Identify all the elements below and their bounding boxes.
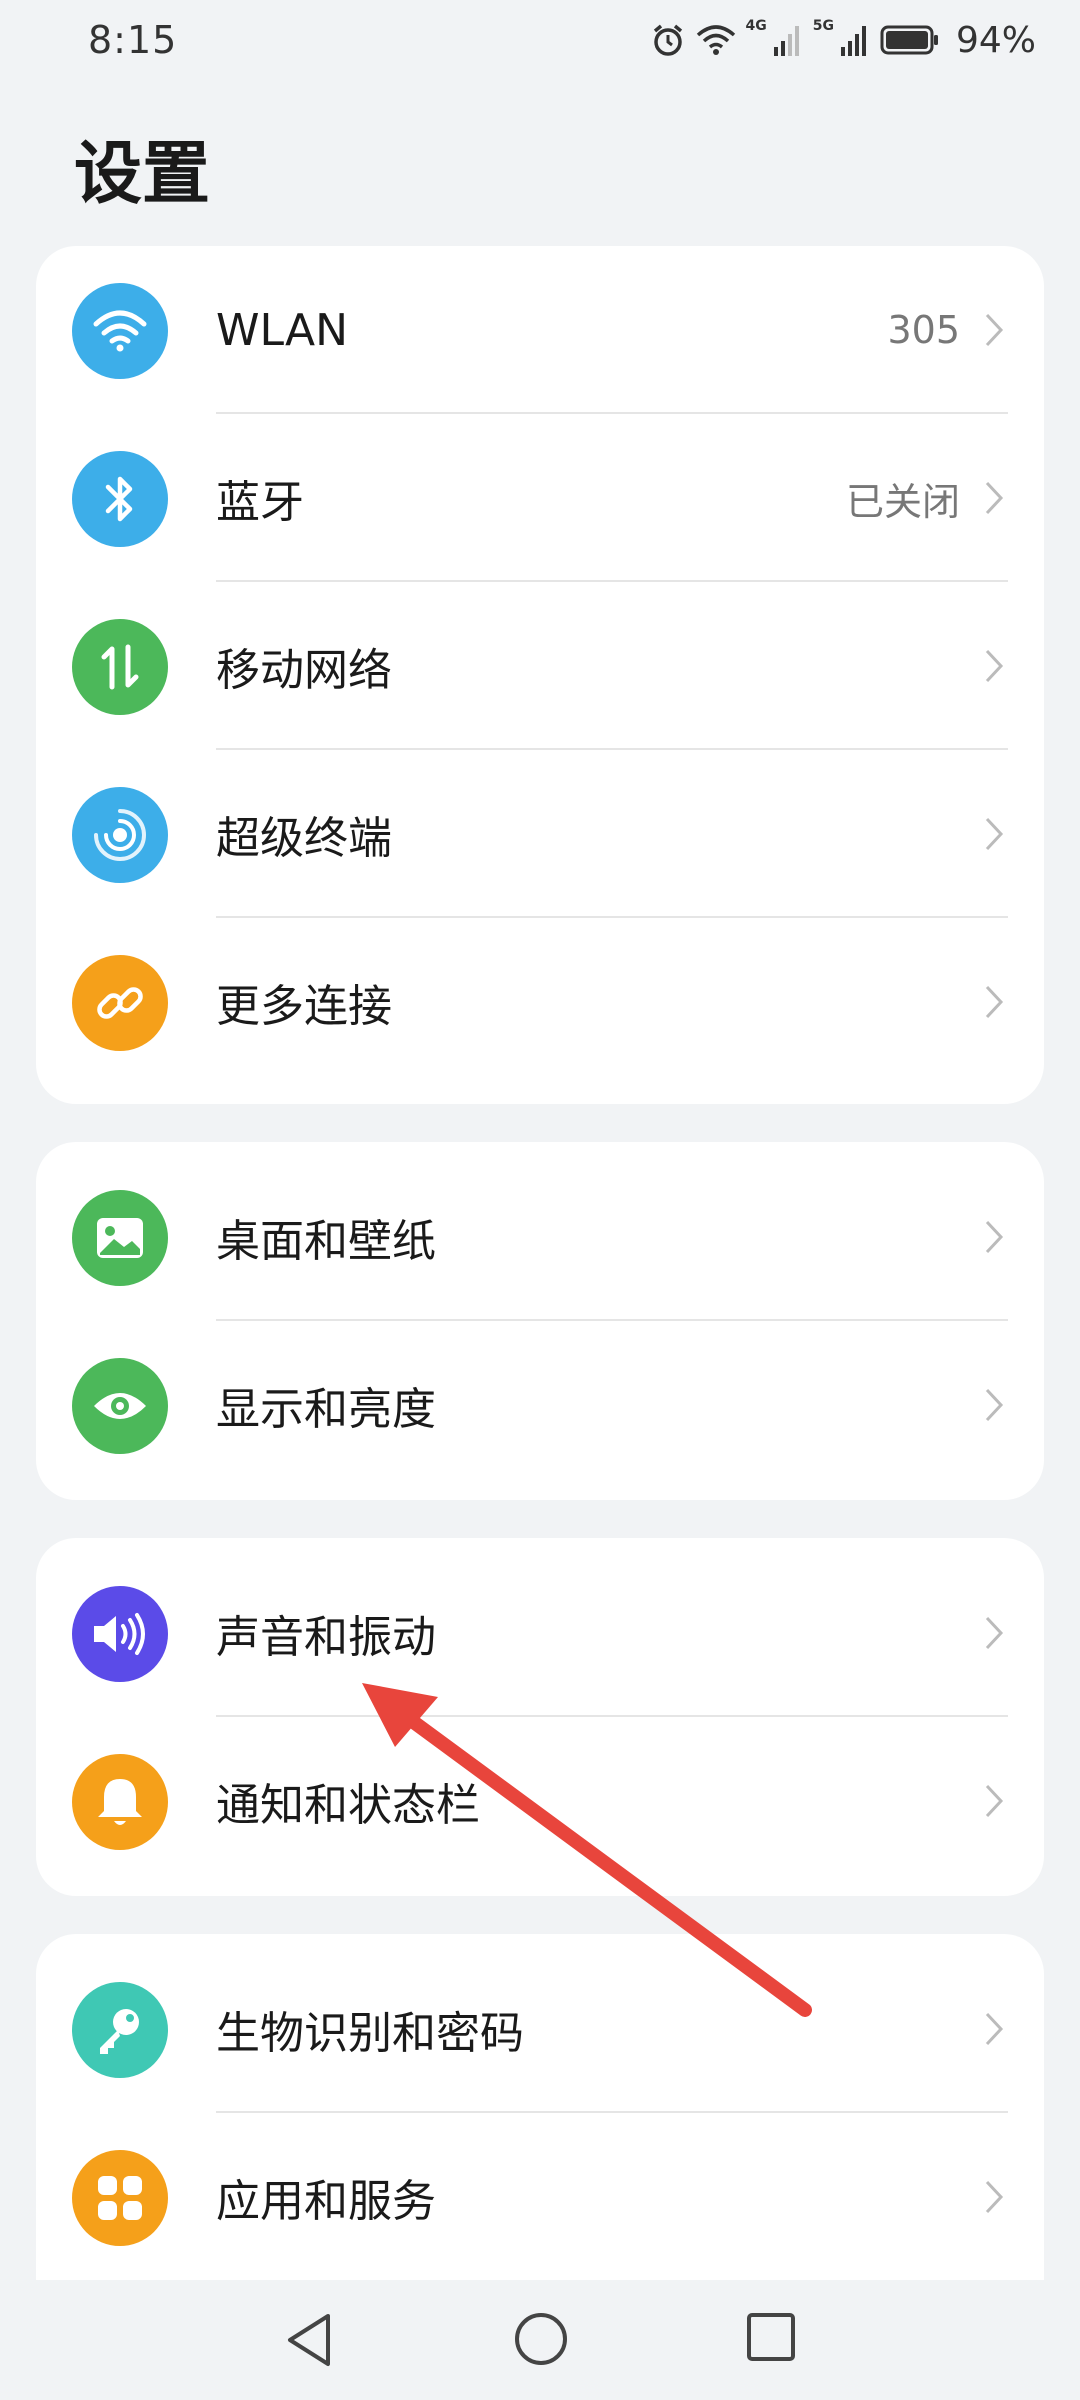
- status-time: 8:15: [88, 18, 178, 62]
- settings-item-apps-services[interactable]: 应用和服务: [36, 2113, 1044, 2280]
- recents-icon[interactable]: [744, 2310, 798, 2364]
- key-icon: [72, 1982, 168, 2078]
- network-5g-label: 5G: [812, 18, 834, 34]
- back-icon[interactable]: [282, 2310, 338, 2370]
- chevron-right-icon: [985, 481, 1004, 515]
- settings-item-label: 桌面和壁纸: [216, 1216, 436, 1267]
- network-4g-label: 4G: [745, 18, 767, 34]
- settings-item-label: 移动网络: [216, 645, 392, 696]
- settings-item-label: 更多连接: [216, 981, 392, 1032]
- settings-screen: 8:15 4G 5G 94% 设置 WLAN 305 蓝牙 已关闭 移动网络 超…: [0, 0, 1080, 2400]
- bluetooth-icon: [72, 451, 168, 547]
- super-device-icon: [72, 787, 168, 883]
- settings-item-mobile-network[interactable]: 移动网络: [36, 582, 1044, 750]
- settings-item-notifications[interactable]: 通知和状态栏: [36, 1717, 1044, 1885]
- apps-icon: [72, 2150, 168, 2246]
- battery-icon: [880, 25, 938, 55]
- navigation-bar: [0, 2280, 1080, 2400]
- bell-icon: [72, 1754, 168, 1850]
- chevron-right-icon: [985, 649, 1004, 683]
- settings-item-label: WLAN: [216, 304, 349, 356]
- signal-5g-icon: [840, 26, 866, 56]
- settings-item-label: 声音和振动: [216, 1612, 436, 1663]
- chevron-right-icon: [985, 985, 1004, 1019]
- chevron-right-icon: [985, 1784, 1004, 1818]
- settings-item-sound-vibration[interactable]: 声音和振动: [36, 1549, 1044, 1717]
- settings-item-wlan[interactable]: WLAN 305: [36, 246, 1044, 414]
- settings-item-label: 超级终端: [216, 813, 392, 864]
- chevron-right-icon: [985, 1220, 1004, 1254]
- settings-item-wallpaper[interactable]: 桌面和壁纸: [36, 1153, 1044, 1321]
- settings-item-label: 显示和亮度: [216, 1384, 436, 1435]
- settings-item-super-device[interactable]: 超级终端: [36, 750, 1044, 918]
- eye-icon: [72, 1358, 168, 1454]
- chevron-right-icon: [985, 2180, 1004, 2214]
- chevron-right-icon: [985, 2012, 1004, 2046]
- speaker-icon: [72, 1586, 168, 1682]
- settings-item-value: 305: [887, 308, 960, 352]
- wifi-status-icon: [696, 25, 735, 55]
- settings-item-label: 应用和服务: [216, 2176, 436, 2227]
- wifi-icon: [72, 283, 168, 379]
- settings-group-display: 桌面和壁纸 显示和亮度: [36, 1142, 1044, 1500]
- settings-item-more-connections[interactable]: 更多连接: [36, 918, 1044, 1086]
- wallpaper-icon: [72, 1190, 168, 1286]
- settings-item-label: 通知和状态栏: [216, 1780, 480, 1831]
- signal-4g-icon: [773, 26, 799, 56]
- settings-item-value: 已关闭: [845, 479, 960, 524]
- alarm-icon: [653, 24, 682, 56]
- status-icons: 4G 5G 94%: [650, 18, 1036, 61]
- chevron-right-icon: [985, 313, 1004, 347]
- settings-item-display-brightness[interactable]: 显示和亮度: [36, 1321, 1044, 1489]
- settings-group-sound-notify: 声音和振动 通知和状态栏: [36, 1538, 1044, 1896]
- settings-item-biometrics[interactable]: 生物识别和密码: [36, 1945, 1044, 2113]
- settings-item-label: 生物识别和密码: [216, 2008, 524, 2059]
- chevron-right-icon: [985, 1388, 1004, 1422]
- battery-percent: 94%: [955, 19, 1036, 61]
- chevron-right-icon: [985, 817, 1004, 851]
- link-icon: [72, 955, 168, 1051]
- page-title: 设置: [74, 135, 211, 214]
- settings-item-bluetooth[interactable]: 蓝牙 已关闭: [36, 414, 1044, 582]
- settings-group-security-apps: 生物识别和密码 应用和服务: [36, 1934, 1044, 2280]
- settings-group-connections: WLAN 305 蓝牙 已关闭 移动网络 超级终端 更多连接: [36, 246, 1044, 1104]
- settings-item-label: 蓝牙: [216, 477, 304, 528]
- status-bar: 8:15 4G 5G 94%: [0, 0, 1080, 80]
- chevron-right-icon: [985, 1616, 1004, 1650]
- mobile-data-icon: [72, 619, 168, 715]
- home-icon[interactable]: [512, 2310, 570, 2368]
